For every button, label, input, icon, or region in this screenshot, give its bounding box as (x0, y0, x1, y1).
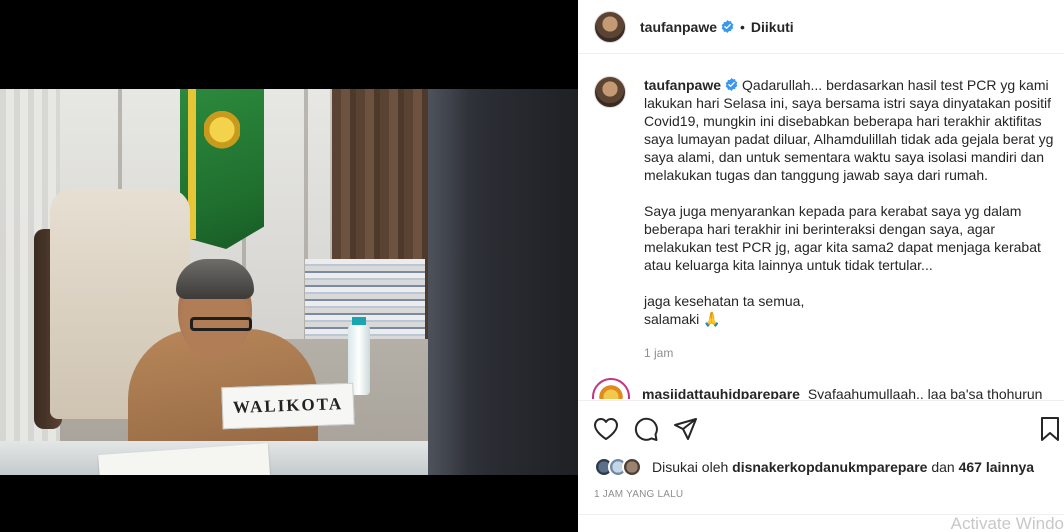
post-media[interactable]: WALIKOTA (0, 0, 578, 532)
share-icon[interactable] (672, 415, 700, 443)
author-avatar[interactable] (594, 10, 626, 43)
verified-badge-icon (721, 20, 734, 33)
heart-icon[interactable] (592, 415, 620, 443)
header-separator: • (740, 18, 745, 35)
photo-nameplate: WALIKOTA (221, 382, 355, 430)
commenter-avatar[interactable] (592, 378, 630, 399)
post-sidebar: taufanpawe • Diikuti taufanpawe Qadarull… (578, 0, 1064, 532)
comment-text: masjidattauhidparepare Syafaahumullaah..… (642, 386, 1042, 399)
caption-text: taufanpawe Qadarullah... berdasarkan has… (644, 76, 1054, 328)
likes-prefix: Disukai oleh (652, 459, 729, 475)
caption-paragraph-4: salamaki 🙏 (644, 311, 721, 327)
likes-others[interactable]: 467 lainnya (959, 459, 1035, 475)
post-timestamp[interactable]: 1 JAM YANG LALU (594, 489, 683, 500)
caption-paragraph-2: Saya juga menyarankan kepada para keraba… (644, 203, 1041, 273)
comment-icon[interactable] (632, 415, 660, 443)
caption-username[interactable]: taufanpawe (644, 77, 721, 93)
liker-avatars[interactable] (594, 457, 646, 477)
caption-verified-badge-icon (725, 78, 738, 91)
photo-flag-emblem (204, 109, 240, 155)
author-username[interactable]: taufanpawe (640, 19, 717, 35)
commenter-username[interactable]: masjidattauhidparepare (642, 386, 800, 399)
caption: taufanpawe Qadarullah... berdasarkan has… (594, 76, 1054, 362)
caption-avatar[interactable] (594, 76, 626, 108)
bookmark-icon[interactable] (1036, 415, 1064, 443)
caption-time[interactable]: 1 jam (644, 344, 1054, 362)
caption-paragraph-3: jaga kesehatan ta semua, (644, 293, 805, 309)
comment-item: masjidattauhidparepare Syafaahumullaah..… (592, 378, 1062, 399)
photo-person-hair (176, 259, 254, 299)
photo-foreground-edge (428, 89, 468, 475)
activate-windows-watermark: Activate Windo (950, 514, 1064, 532)
likes-connector: dan (931, 459, 955, 475)
action-bar (578, 400, 1064, 456)
post-photo: WALIKOTA (0, 89, 578, 475)
follow-button[interactable]: Diikuti (751, 19, 794, 35)
comment-body: Syafaahumullaah.. laa ba'sa thohurun (807, 386, 1043, 399)
likes-summary: Disukai oleh disnakerkopdanukmparepare d… (594, 456, 1034, 478)
photo-person-glasses (190, 317, 252, 331)
caption-body: taufanpawe Qadarullah... berdasarkan has… (644, 76, 1054, 362)
post-header: taufanpawe • Diikuti (578, 0, 1064, 54)
comments-section[interactable]: taufanpawe Qadarullah... berdasarkan has… (578, 54, 1064, 399)
likes-liker[interactable]: disnakerkopdanukmparepare (732, 459, 927, 475)
